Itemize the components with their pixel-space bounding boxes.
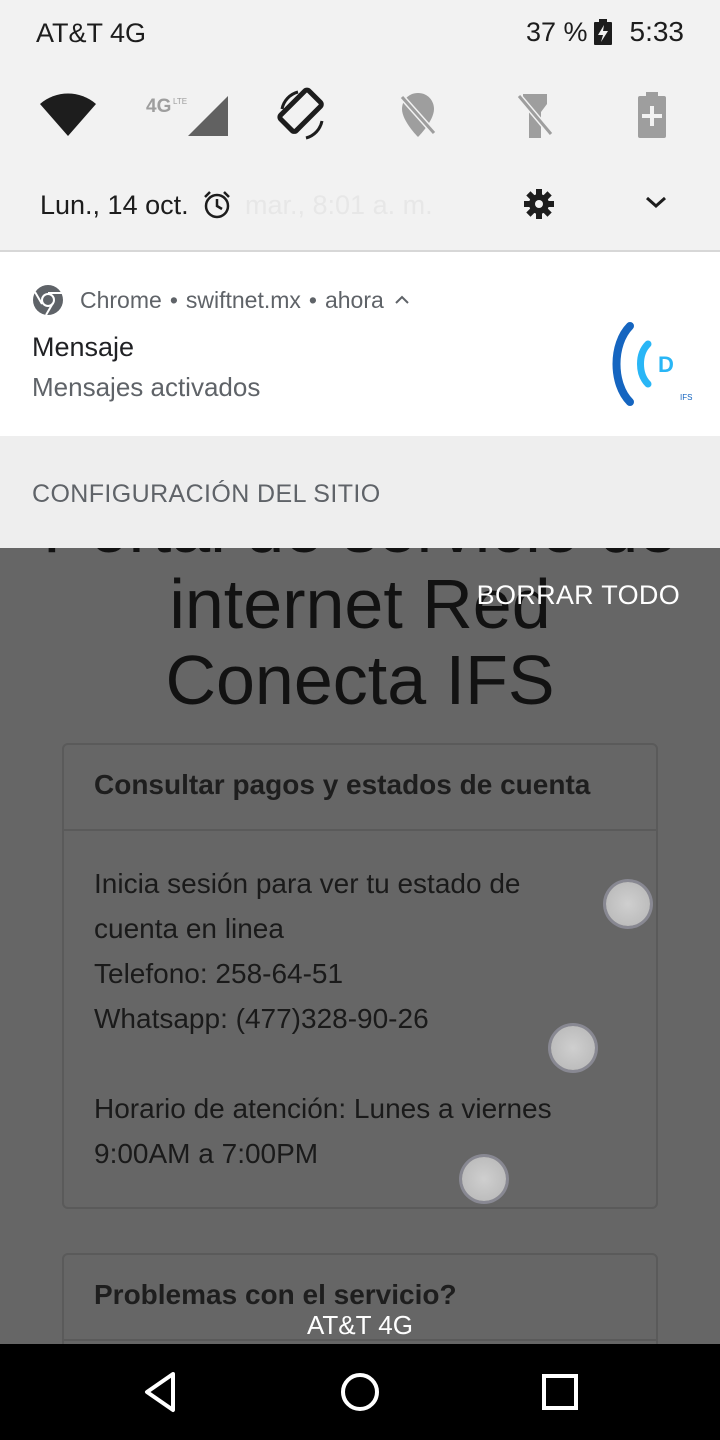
battery-saver-icon[interactable] — [622, 85, 682, 145]
chevron-down-icon[interactable] — [642, 192, 670, 212]
battery-percent: 37 % — [525, 16, 588, 47]
hours-text: 9:00AM a 7:00PM — [94, 1138, 319, 1169]
flashlight-off-icon[interactable] — [505, 85, 565, 145]
notification-header: Chrome • swiftnet.mx • ahora — [32, 284, 410, 316]
cellular-4g-icon[interactable]: 4G LTE — [146, 85, 232, 145]
wifi-icon[interactable] — [38, 85, 98, 145]
hours-text: Horario de atención: Lunes a viernes — [94, 1093, 552, 1124]
payments-card-body: Inicia sesión para ver tu estado de cuen… — [64, 831, 656, 1176]
card-text-line: cuenta en linea — [94, 913, 284, 944]
notification-app-name: Chrome — [80, 286, 162, 313]
navigation-bar — [0, 1344, 720, 1440]
touch-indicator — [606, 882, 650, 926]
date-text: Lun., 14 oct. — [40, 190, 189, 220]
clock: 5:33 — [629, 16, 685, 47]
auto-rotate-icon[interactable] — [272, 85, 332, 145]
payments-card-header: Consultar pagos y estados de cuenta — [64, 745, 656, 831]
notification-shade: AT&T 4G 37 % 5:33 4G LTE Lun., 14 oct. m… — [0, 0, 720, 252]
bottom-carrier-label: AT&T 4G — [307, 1310, 413, 1340]
notification-text: Mensajes activados — [32, 372, 261, 402]
site-settings-button[interactable]: CONFIGURACIÓN DEL SITIO — [32, 480, 381, 509]
notification-time: ahora — [324, 286, 384, 313]
site-settings-bar: CONFIGURACIÓN DEL SITIO — [0, 436, 720, 548]
status-right: 37 % 5:33 — [526, 16, 684, 48]
notification-domain: swiftnet.mx — [185, 286, 301, 313]
back-icon[interactable] — [139, 1370, 183, 1414]
payments-card: Consultar pagos y estados de cuenta Inic… — [62, 743, 658, 1209]
logo-caption: IFS — [680, 393, 692, 402]
svg-text:LTE: LTE — [173, 97, 187, 106]
date-row: Lun., 14 oct. mar., 8:01 a. m. — [0, 182, 720, 230]
battery-charging-icon — [593, 19, 612, 45]
chrome-notification[interactable]: Chrome • swiftnet.mx • ahora Mensaje Men… — [0, 252, 720, 436]
alarm-icon — [204, 191, 230, 219]
page-title-line: Conecta IFS — [165, 641, 555, 719]
touch-indicator — [462, 1157, 506, 1201]
recents-icon[interactable] — [538, 1370, 582, 1414]
chevron-up-icon[interactable] — [394, 294, 410, 306]
notification-title: Mensaje — [32, 332, 135, 362]
card-text-line: Inicia sesión para ver tu estado de — [94, 868, 521, 899]
status-carrier: AT&T 4G — [36, 18, 147, 48]
separator-dot: • — [169, 286, 178, 313]
phone-text: Telefono: 258-64-51 — [94, 958, 344, 989]
network-badge: 4G — [146, 96, 171, 117]
next-alarm-text: mar., 8:01 a. m. — [245, 190, 433, 220]
quick-settings-row: 4G LTE — [0, 85, 720, 145]
chrome-icon — [33, 285, 63, 316]
whatsapp-text: Whatsapp: (477)328-90-26 — [94, 1003, 429, 1034]
touch-indicator — [551, 1026, 595, 1070]
logo-letter: D — [658, 352, 674, 377]
card-spacer — [94, 1041, 626, 1086]
home-icon[interactable] — [338, 1370, 382, 1414]
separator-dot: • — [308, 286, 317, 313]
clear-all-button[interactable]: BORRAR TODO — [477, 580, 680, 611]
red-conecta-logo: D IFS — [612, 322, 692, 406]
gear-icon[interactable] — [523, 188, 555, 220]
location-off-icon[interactable] — [388, 85, 448, 145]
